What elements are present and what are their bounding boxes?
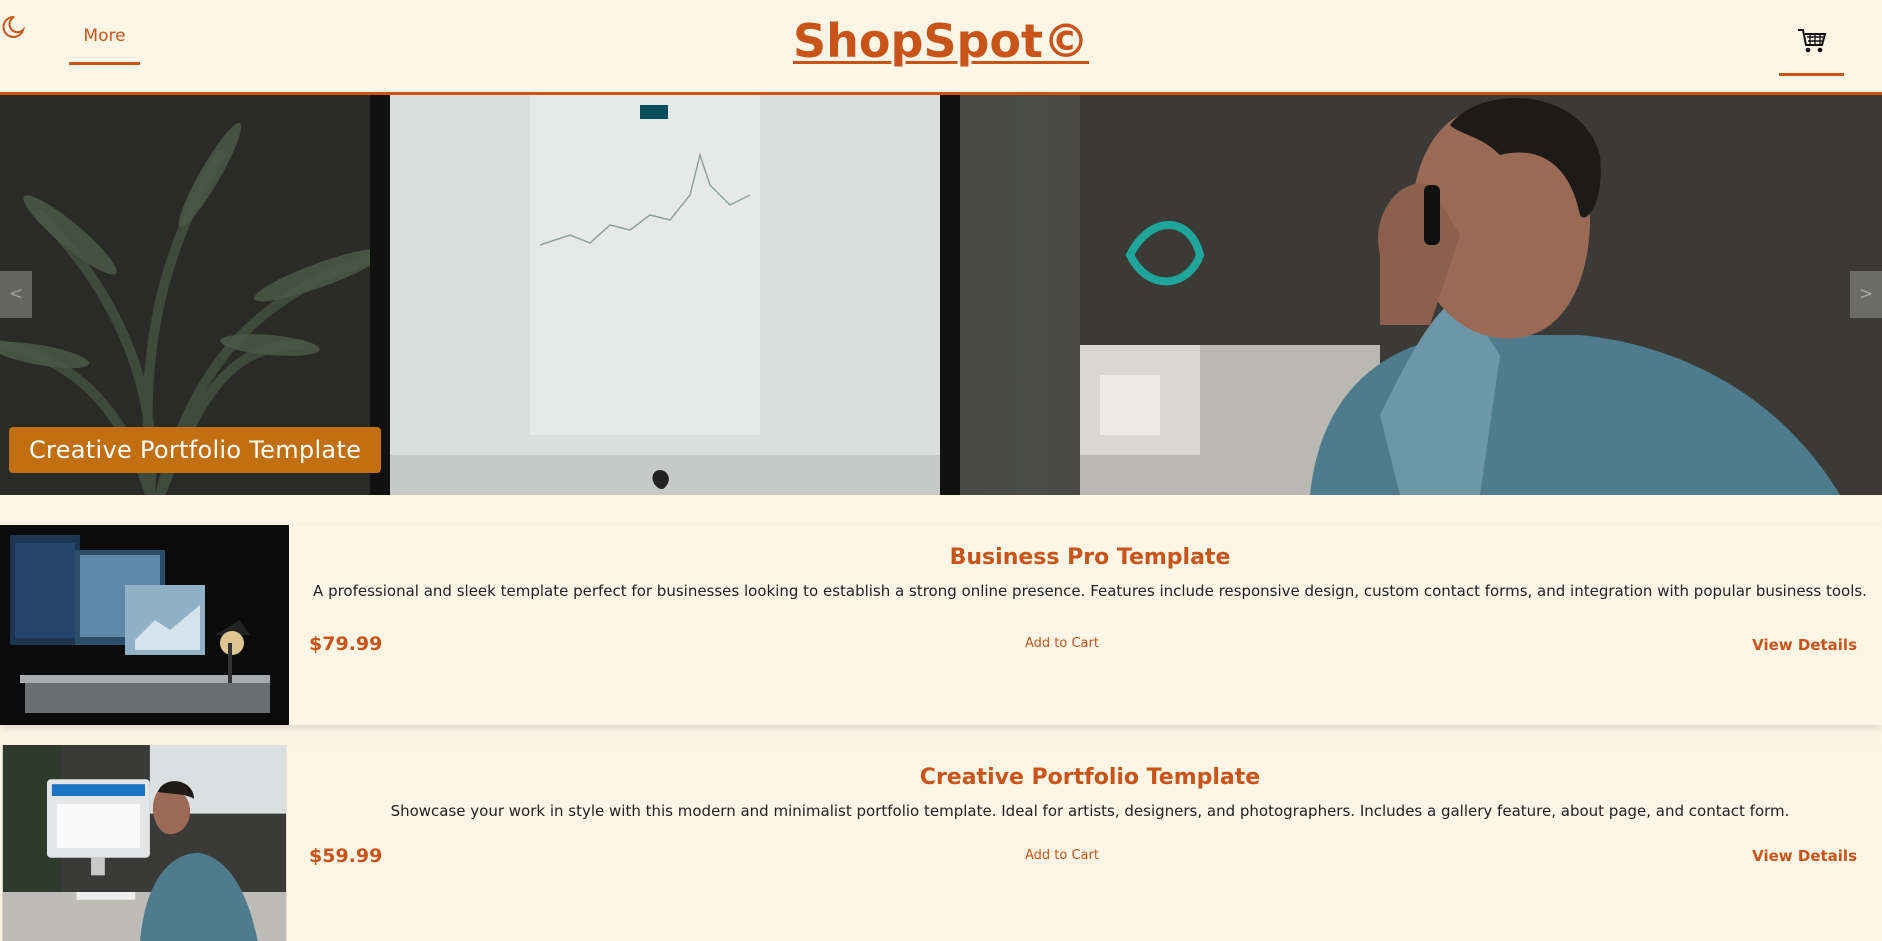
- product-thumbnail[interactable]: [0, 525, 289, 725]
- shopping-cart-icon: [1797, 28, 1827, 59]
- site-header: More ShopSpot©: [0, 0, 1882, 95]
- brand-logo: ShopSpot©: [0, 14, 1882, 68]
- product-title[interactable]: Business Pro Template: [289, 545, 1882, 570]
- carousel-prev-button[interactable]: <: [0, 271, 32, 318]
- hero-person-image: [1080, 95, 1882, 495]
- add-to-cart-button[interactable]: Add to Cart: [1000, 636, 1124, 651]
- product-description: Showcase your work in style with this mo…: [390, 802, 1790, 820]
- product-thumbnail[interactable]: [0, 745, 289, 941]
- carousel-next-button[interactable]: >: [1850, 271, 1882, 318]
- product-price: $59.99: [309, 845, 383, 867]
- product-price: $79.99: [309, 633, 383, 655]
- brand-text[interactable]: ShopSpot©: [793, 14, 1089, 68]
- add-to-cart-button[interactable]: Add to Cart: [1000, 848, 1124, 863]
- product-card: Business Pro Template A professional and…: [0, 525, 1882, 725]
- hero-monitor-image: [370, 95, 960, 495]
- hero-carousel: Creative Portfolio Template: [0, 95, 1882, 495]
- view-details-link[interactable]: View Details: [1752, 636, 1857, 654]
- more-menu-link[interactable]: More: [69, 0, 140, 65]
- product-card: Creative Portfolio Template Showcase you…: [0, 745, 1882, 941]
- hero-caption[interactable]: Creative Portfolio Template: [9, 427, 382, 473]
- product-title[interactable]: Creative Portfolio Template: [289, 765, 1882, 790]
- cart-button[interactable]: [1779, 20, 1844, 76]
- product-description: A professional and sleek template perfec…: [313, 582, 1867, 600]
- view-details-link[interactable]: View Details: [1752, 847, 1857, 865]
- moon-icon[interactable]: [0, 14, 26, 40]
